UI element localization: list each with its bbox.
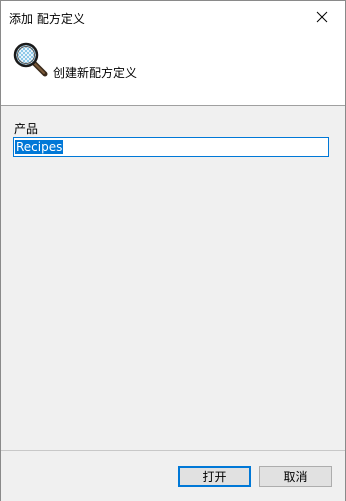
product-input[interactable]: Recipes <box>13 137 329 157</box>
close-button[interactable] <box>299 1 345 33</box>
title-bar: 添加 配方定义 <box>1 1 345 33</box>
product-input-value: Recipes <box>15 140 64 154</box>
open-button[interactable]: 打开 <box>178 466 251 487</box>
cancel-button[interactable]: 取消 <box>259 466 332 487</box>
magnifier-icon <box>13 42 48 77</box>
dialog-header: 创建新配方定义 <box>1 33 345 106</box>
dialog-footer: 打开 取消 <box>1 450 345 501</box>
dialog-window: 添加 配方定义 创建新配方定义 产品 Recipes 打开 取消 <box>0 0 346 501</box>
header-text: 创建新配方定义 <box>53 66 138 80</box>
dialog-content: 产品 Recipes <box>1 106 345 450</box>
close-icon <box>316 11 328 23</box>
product-label: 产品 <box>14 122 39 136</box>
window-title: 添加 配方定义 <box>9 12 85 26</box>
